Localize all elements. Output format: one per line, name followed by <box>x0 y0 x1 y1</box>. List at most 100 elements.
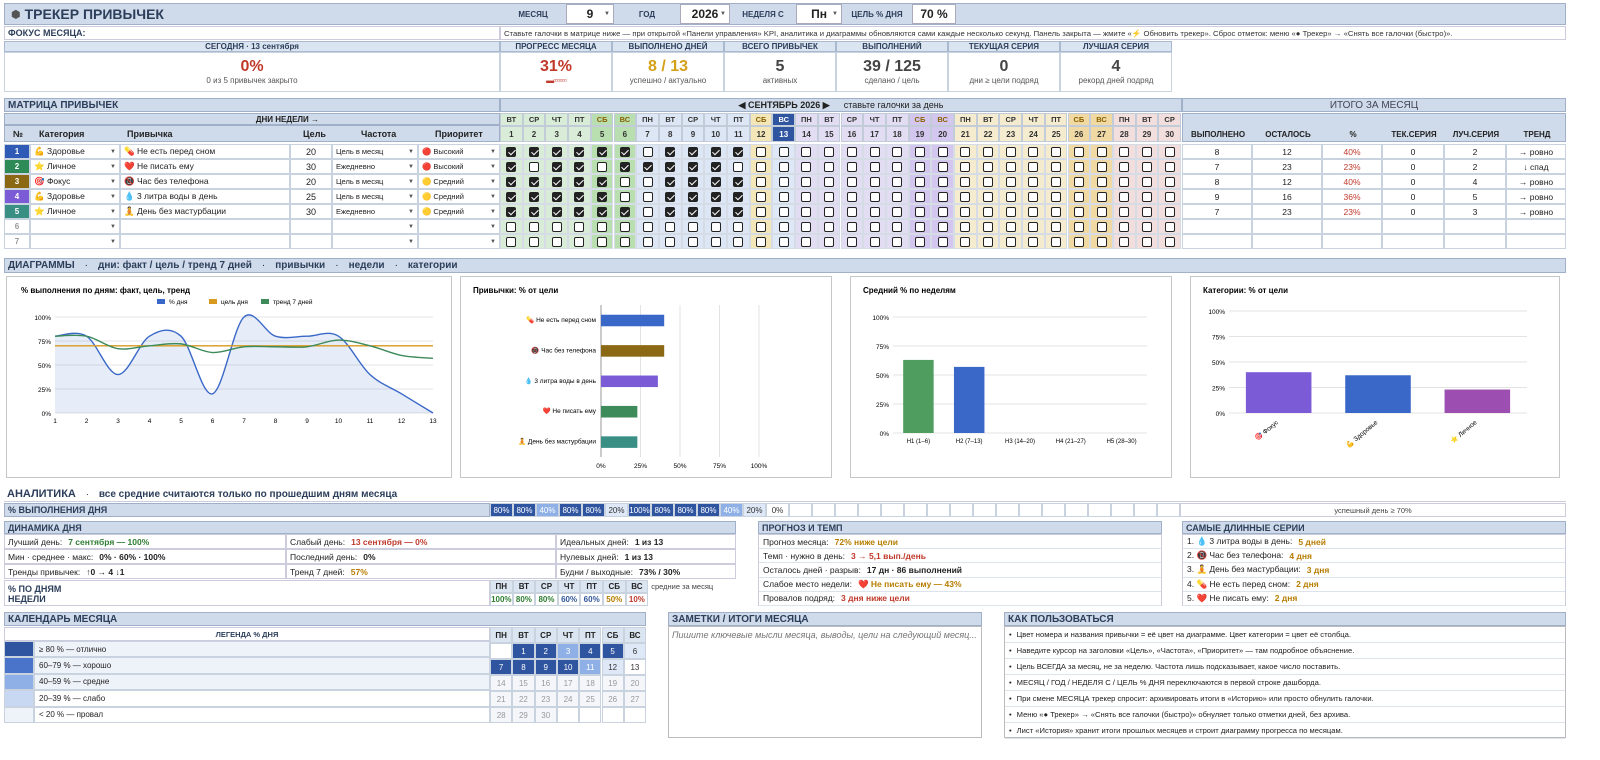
day-checkbox-cell[interactable] <box>1022 159 1045 174</box>
col-goal[interactable]: Цель <box>303 129 326 139</box>
day-checkbox-cell[interactable] <box>500 174 523 189</box>
checkbox[interactable] <box>1028 221 1039 232</box>
checkbox[interactable] <box>529 191 540 202</box>
checkbox[interactable] <box>914 221 925 232</box>
checkbox[interactable] <box>937 206 948 217</box>
checkbox[interactable] <box>1096 191 1107 202</box>
priority-select[interactable]: 🟡 Средний ▼ <box>418 189 500 204</box>
day-checkbox-cell[interactable] <box>772 189 796 204</box>
day-checkbox-cell[interactable] <box>1135 234 1159 249</box>
calendar-day[interactable]: 26 <box>601 691 624 707</box>
day-checkbox-cell[interactable] <box>545 219 569 234</box>
day-checkbox-cell[interactable] <box>522 144 546 159</box>
day-checkbox-cell[interactable] <box>681 159 705 174</box>
day-checkbox-cell[interactable] <box>681 174 705 189</box>
checkbox[interactable] <box>846 161 857 172</box>
checkbox[interactable] <box>1051 221 1062 232</box>
calendar-day[interactable]: 6 <box>623 643 647 659</box>
calendar-day[interactable]: 12 <box>601 659 624 675</box>
day-checkbox-cell[interactable] <box>500 189 523 204</box>
checkbox[interactable] <box>824 191 835 202</box>
checkbox[interactable] <box>937 146 948 157</box>
day-checkbox-cell[interactable] <box>795 204 818 219</box>
checkbox[interactable] <box>846 146 857 157</box>
day-checkbox-cell[interactable] <box>863 144 886 159</box>
checkbox[interactable] <box>937 236 948 247</box>
day-checkbox-cell[interactable] <box>772 234 796 249</box>
checkbox[interactable] <box>914 146 925 157</box>
day-checkbox-cell[interactable] <box>795 159 818 174</box>
calendar-day[interactable]: 13 <box>623 659 647 675</box>
checkbox[interactable] <box>687 176 698 187</box>
checkbox[interactable] <box>824 146 835 157</box>
day-checkbox-cell[interactable] <box>658 189 682 204</box>
checkbox[interactable] <box>574 206 585 217</box>
col-frequency[interactable]: Частота <box>361 129 396 139</box>
day-checkbox-cell[interactable] <box>500 204 523 219</box>
day-checkbox-cell[interactable] <box>704 234 727 249</box>
day-checkbox-cell[interactable] <box>1044 144 1068 159</box>
checkbox[interactable] <box>1164 236 1175 247</box>
checkbox[interactable] <box>1096 206 1107 217</box>
checkbox[interactable] <box>778 221 789 232</box>
day-checkbox-cell[interactable] <box>817 234 841 249</box>
day-checkbox-cell[interactable] <box>681 219 705 234</box>
day-checkbox-cell[interactable] <box>1090 174 1113 189</box>
day-checkbox-cell[interactable] <box>976 219 1000 234</box>
checkbox[interactable] <box>687 206 698 217</box>
month-nav[interactable]: ◀ СЕНТЯБРЬ 2026 ▶ <box>739 100 830 111</box>
checkbox[interactable] <box>1051 191 1062 202</box>
calendar-day[interactable]: 22 <box>512 691 535 707</box>
checkbox[interactable] <box>983 161 994 172</box>
checkbox[interactable] <box>756 191 767 202</box>
chart-tab-weeks[interactable]: недели <box>349 260 385 271</box>
category-select[interactable]: ⭐ Личное ▼ <box>30 159 120 174</box>
checkbox[interactable] <box>846 176 857 187</box>
day-checkbox-cell[interactable] <box>658 204 682 219</box>
checkbox[interactable] <box>1005 176 1016 187</box>
frequency-select[interactable]: ▼ <box>332 219 418 234</box>
checkbox[interactable] <box>710 221 721 232</box>
day-checkbox-cell[interactable] <box>840 174 864 189</box>
day-checkbox-cell[interactable] <box>1112 219 1136 234</box>
day-checkbox-cell[interactable] <box>749 174 773 189</box>
calendar-day[interactable]: 24 <box>556 691 580 707</box>
day-checkbox-cell[interactable] <box>568 204 591 219</box>
day-checkbox-cell[interactable] <box>1067 159 1091 174</box>
checkbox[interactable] <box>1119 176 1130 187</box>
checkbox[interactable] <box>551 206 562 217</box>
calendar-day[interactable]: 1 <box>512 643 535 659</box>
checkbox[interactable] <box>1028 146 1039 157</box>
checkbox[interactable] <box>937 161 948 172</box>
checkbox[interactable] <box>1141 191 1152 202</box>
day-checkbox-cell[interactable] <box>999 174 1023 189</box>
checkbox[interactable] <box>710 206 721 217</box>
day-checkbox-cell[interactable] <box>500 159 523 174</box>
day-checkbox-cell[interactable] <box>727 219 750 234</box>
day-checkbox-cell[interactable] <box>1022 174 1045 189</box>
day-checkbox-cell[interactable] <box>704 174 727 189</box>
checkbox[interactable] <box>892 191 903 202</box>
day-checkbox-cell[interactable] <box>749 144 773 159</box>
checkbox[interactable] <box>1141 236 1152 247</box>
calendar-day[interactable]: 29 <box>512 707 535 723</box>
day-checkbox-cell[interactable] <box>840 189 864 204</box>
chart-tab-days[interactable]: дни: факт / цель / тренд 7 дней <box>98 260 252 271</box>
day-checkbox-cell[interactable] <box>522 174 546 189</box>
checkbox[interactable] <box>1164 221 1175 232</box>
day-checkbox-cell[interactable] <box>636 174 659 189</box>
calendar-day[interactable]: 21 <box>490 691 513 707</box>
frequency-select[interactable]: Ежедневно ▼ <box>332 159 418 174</box>
day-checkbox-cell[interactable] <box>636 159 659 174</box>
day-checkbox-cell[interactable] <box>999 204 1023 219</box>
day-checkbox-cell[interactable] <box>590 159 614 174</box>
checkbox[interactable] <box>1005 191 1016 202</box>
priority-select[interactable]: ▼ <box>418 234 500 249</box>
goal-cell[interactable]: 20 <box>290 174 332 189</box>
checkbox[interactable] <box>506 236 517 247</box>
checkbox[interactable] <box>597 176 608 187</box>
notes-textarea[interactable] <box>668 626 982 738</box>
checkbox[interactable] <box>1164 176 1175 187</box>
checkbox[interactable] <box>1119 206 1130 217</box>
checkbox[interactable] <box>619 191 630 202</box>
